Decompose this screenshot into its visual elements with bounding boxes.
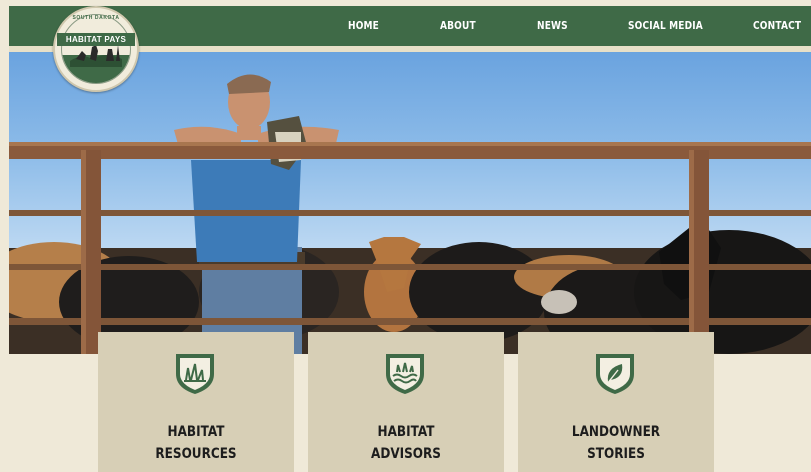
card-title-line2: RESOURCES (155, 446, 237, 462)
wildlife-silhouette-icon (62, 38, 130, 83)
card-habitat-resources[interactable]: HABITAT RESOURCES (98, 332, 294, 472)
logo-state-text: SOUTH DAKOTA (72, 15, 120, 21)
nav-news-link[interactable]: NEWS (537, 6, 568, 46)
page: HOME ABOUT NEWS SOCIAL MEDIA CONTACT SOU… (0, 0, 811, 472)
card-title-line1: LANDOWNER (571, 424, 661, 440)
card-title-line1: HABITAT (377, 424, 435, 440)
card-title-line2: STORIES (587, 446, 645, 462)
nav-about-link[interactable]: ABOUT (440, 6, 476, 46)
hero-image (9, 52, 811, 354)
habitat-pays-logo[interactable]: SOUTH DAKOTA HABITAT PAYS (53, 6, 139, 92)
card-title-line2: ADVISORS (371, 446, 441, 462)
grass-icon (176, 354, 214, 394)
nav-contact-link[interactable]: CONTACT (753, 6, 801, 46)
nav-social-media-link[interactable]: SOCIAL MEDIA (628, 6, 703, 46)
card-title-line1: HABITAT (167, 424, 225, 440)
logo-seal-ring (61, 14, 131, 84)
nav-home-link[interactable]: HOME (348, 6, 379, 46)
logo-banner-text: HABITAT PAYS (57, 33, 135, 46)
leaf-icon (596, 354, 634, 394)
wetland-icon (386, 354, 424, 394)
hero-photo-illustration (9, 74, 811, 354)
card-habitat-advisors[interactable]: HABITAT ADVISORS (308, 332, 504, 472)
card-landowner-stories[interactable]: LANDOWNER STORIES (518, 332, 714, 472)
